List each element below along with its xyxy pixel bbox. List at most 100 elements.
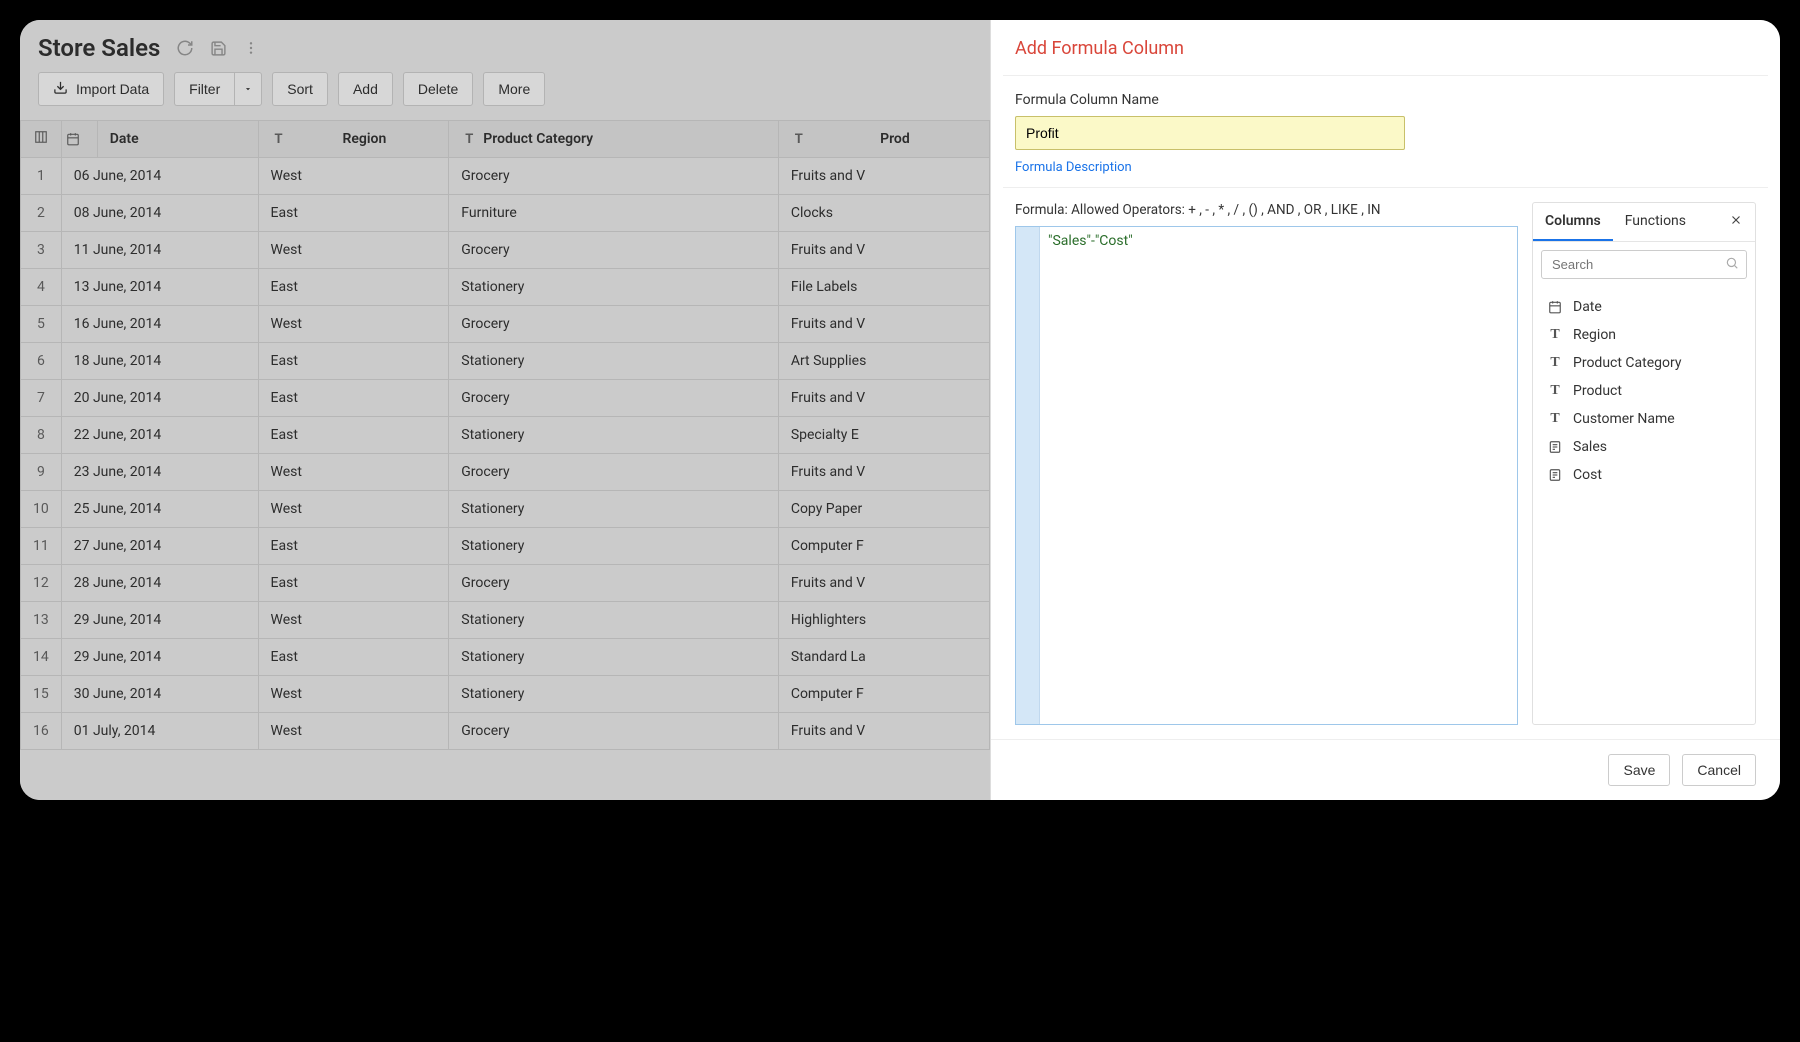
cell-date[interactable]: 20 June, 2014 <box>61 380 258 417</box>
cell-category[interactable]: Stationery <box>449 269 779 306</box>
column-header-product-category[interactable]: TProduct Category <box>449 121 779 158</box>
table-row[interactable]: 2 08 June, 2014 East Furniture Clocks <box>21 195 990 232</box>
cell-category[interactable]: Grocery <box>449 565 779 602</box>
cell-category[interactable]: Grocery <box>449 306 779 343</box>
cell-region[interactable]: West <box>258 676 449 713</box>
cell-product[interactable]: Fruits and V <box>778 565 989 602</box>
column-header-product[interactable]: TProd <box>778 121 989 158</box>
table-row[interactable]: 15 30 June, 2014 West Stationery Compute… <box>21 676 990 713</box>
cell-product[interactable]: Fruits and V <box>778 158 989 195</box>
more-button[interactable]: More <box>483 72 545 106</box>
delete-button[interactable]: Delete <box>403 72 473 106</box>
formula-column-name-input[interactable] <box>1015 116 1405 150</box>
cell-region[interactable]: East <box>258 380 449 417</box>
cell-product[interactable]: Copy Paper <box>778 491 989 528</box>
cell-region[interactable]: West <box>258 158 449 195</box>
cell-region[interactable]: West <box>258 454 449 491</box>
cell-date[interactable]: 08 June, 2014 <box>61 195 258 232</box>
cell-region[interactable]: West <box>258 491 449 528</box>
column-search-input[interactable] <box>1541 250 1747 279</box>
table-row[interactable]: 14 29 June, 2014 East Stationery Standar… <box>21 639 990 676</box>
cell-region[interactable]: West <box>258 306 449 343</box>
cell-category[interactable]: Stationery <box>449 528 779 565</box>
cell-region[interactable]: West <box>258 713 449 750</box>
column-header-region[interactable]: TRegion <box>258 121 449 158</box>
cell-region[interactable]: East <box>258 195 449 232</box>
cell-date[interactable]: 25 June, 2014 <box>61 491 258 528</box>
refresh-icon[interactable] <box>176 39 194 57</box>
table-row[interactable]: 13 29 June, 2014 West Stationery Highlig… <box>21 602 990 639</box>
cell-region[interactable]: East <box>258 639 449 676</box>
table-row[interactable]: 12 28 June, 2014 East Grocery Fruits and… <box>21 565 990 602</box>
tab-columns[interactable]: Columns <box>1533 203 1613 241</box>
cell-region[interactable]: East <box>258 269 449 306</box>
cell-product[interactable]: Fruits and V <box>778 454 989 491</box>
close-picker-icon[interactable] <box>1725 209 1747 235</box>
table-row[interactable]: 3 11 June, 2014 West Grocery Fruits and … <box>21 232 990 269</box>
column-item[interactable]: Date <box>1537 293 1751 321</box>
cell-product[interactable]: Fruits and V <box>778 380 989 417</box>
table-row[interactable]: 10 25 June, 2014 West Stationery Copy Pa… <box>21 491 990 528</box>
cell-category[interactable]: Stationery <box>449 491 779 528</box>
cell-product[interactable]: Fruits and V <box>778 713 989 750</box>
cell-category[interactable]: Stationery <box>449 639 779 676</box>
cell-product[interactable]: Computer F <box>778 528 989 565</box>
cell-category[interactable]: Grocery <box>449 232 779 269</box>
cell-region[interactable]: East <box>258 565 449 602</box>
cell-product[interactable]: Fruits and V <box>778 306 989 343</box>
cell-category[interactable]: Grocery <box>449 713 779 750</box>
save-icon[interactable] <box>210 40 227 57</box>
cell-category[interactable]: Grocery <box>449 158 779 195</box>
sort-button[interactable]: Sort <box>272 72 328 106</box>
cell-region[interactable]: West <box>258 232 449 269</box>
cell-date[interactable]: 29 June, 2014 <box>61 602 258 639</box>
cell-date[interactable]: 01 July, 2014 <box>61 713 258 750</box>
cell-date[interactable]: 23 June, 2014 <box>61 454 258 491</box>
more-vertical-icon[interactable] <box>243 40 259 56</box>
table-row[interactable]: 9 23 June, 2014 West Grocery Fruits and … <box>21 454 990 491</box>
formula-description-link[interactable]: Formula Description <box>1015 160 1132 175</box>
table-row[interactable]: 7 20 June, 2014 East Grocery Fruits and … <box>21 380 990 417</box>
tab-functions[interactable]: Functions <box>1613 203 1698 241</box>
table-row[interactable]: 4 13 June, 2014 East Stationery File Lab… <box>21 269 990 306</box>
column-chooser-icon[interactable] <box>21 121 62 158</box>
cell-category[interactable]: Stationery <box>449 602 779 639</box>
table-row[interactable]: 6 18 June, 2014 East Stationery Art Supp… <box>21 343 990 380</box>
save-button[interactable]: Save <box>1608 754 1670 786</box>
column-header-date[interactable]: Date <box>97 121 258 158</box>
cell-product[interactable]: Clocks <box>778 195 989 232</box>
date-type-header-icon[interactable] <box>61 121 97 158</box>
table-wrap[interactable]: Date TRegion TProduct Category TProd 1 0… <box>20 120 990 750</box>
table-row[interactable]: 8 22 June, 2014 East Stationery Specialt… <box>21 417 990 454</box>
filter-dropdown-caret[interactable] <box>234 72 262 106</box>
cell-category[interactable]: Stationery <box>449 676 779 713</box>
cell-date[interactable]: 27 June, 2014 <box>61 528 258 565</box>
column-item[interactable]: TProduct Category <box>1537 349 1751 377</box>
table-row[interactable]: 5 16 June, 2014 West Grocery Fruits and … <box>21 306 990 343</box>
cell-date[interactable]: 30 June, 2014 <box>61 676 258 713</box>
cell-product[interactable]: Highlighters <box>778 602 989 639</box>
table-row[interactable]: 1 06 June, 2014 West Grocery Fruits and … <box>21 158 990 195</box>
cell-product[interactable]: Computer F <box>778 676 989 713</box>
filter-button[interactable]: Filter <box>174 72 234 106</box>
cell-category[interactable]: Grocery <box>449 454 779 491</box>
cell-category[interactable]: Grocery <box>449 380 779 417</box>
table-row[interactable]: 11 27 June, 2014 East Stationery Compute… <box>21 528 990 565</box>
cell-date[interactable]: 28 June, 2014 <box>61 565 258 602</box>
column-item[interactable]: Cost <box>1537 461 1751 489</box>
cell-category[interactable]: Stationery <box>449 417 779 454</box>
cell-category[interactable]: Furniture <box>449 195 779 232</box>
cancel-button[interactable]: Cancel <box>1682 754 1756 786</box>
cell-date[interactable]: 16 June, 2014 <box>61 306 258 343</box>
formula-editor[interactable]: "Sales"-"Cost" <box>1015 226 1518 725</box>
cell-region[interactable]: East <box>258 343 449 380</box>
column-item[interactable]: TCustomer Name <box>1537 405 1751 433</box>
cell-region[interactable]: East <box>258 528 449 565</box>
cell-product[interactable]: Standard La <box>778 639 989 676</box>
import-data-button[interactable]: Import Data <box>38 72 164 106</box>
cell-product[interactable]: File Labels <box>778 269 989 306</box>
table-row[interactable]: 16 01 July, 2014 West Grocery Fruits and… <box>21 713 990 750</box>
cell-category[interactable]: Stationery <box>449 343 779 380</box>
cell-product[interactable]: Fruits and V <box>778 232 989 269</box>
cell-date[interactable]: 06 June, 2014 <box>61 158 258 195</box>
